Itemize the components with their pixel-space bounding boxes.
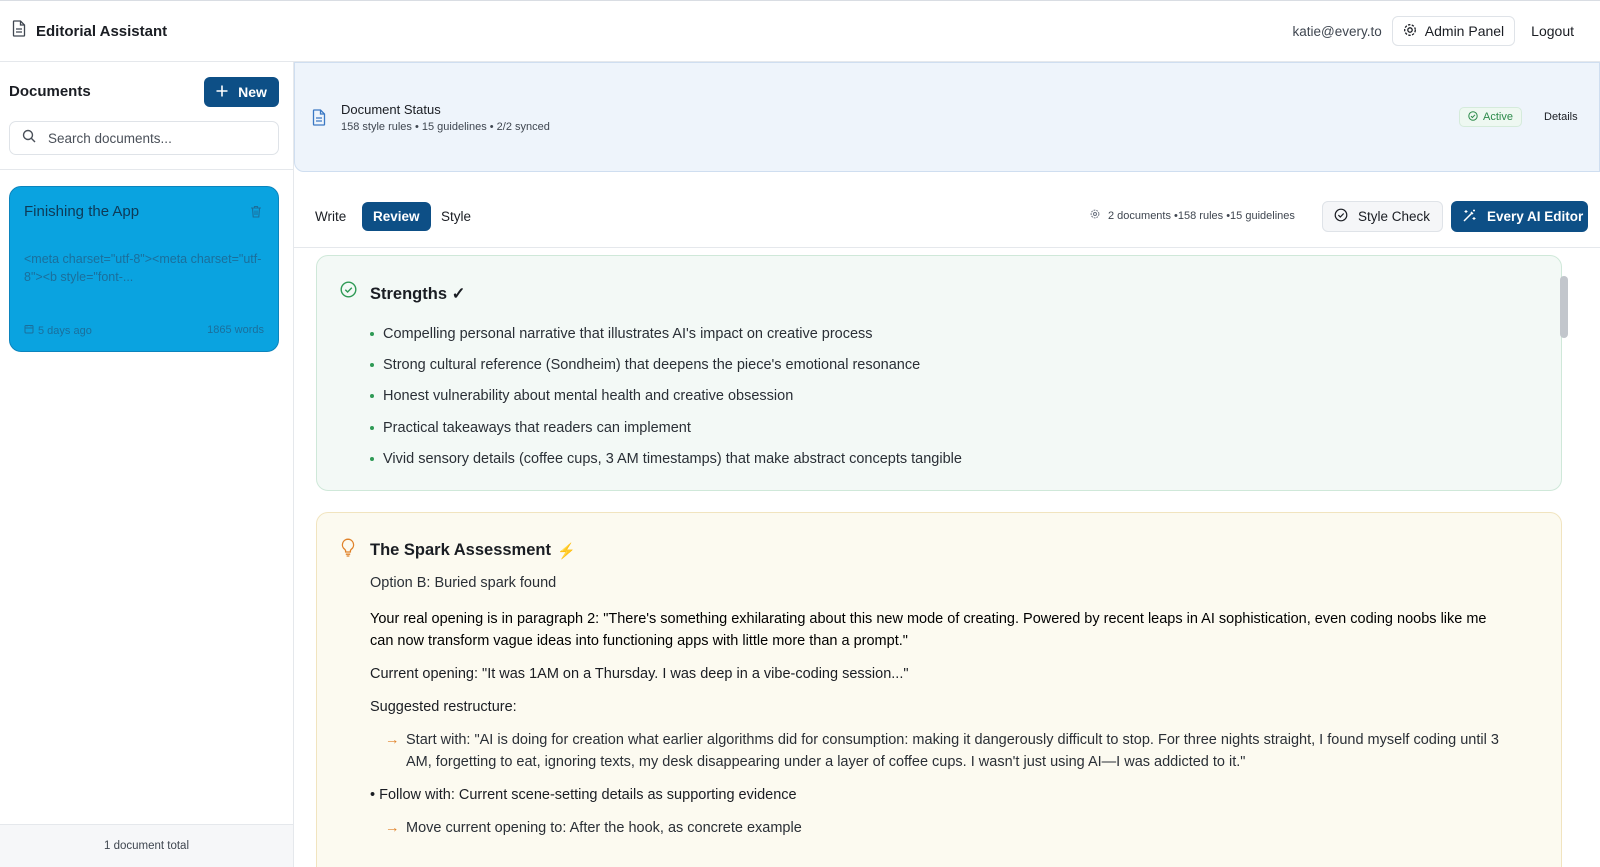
sidebar-footer: 1 document total — [0, 824, 293, 867]
plus-icon — [216, 84, 228, 100]
new-document-label: New — [238, 84, 267, 100]
content-scrollbar[interactable] — [1560, 276, 1568, 338]
documents-sidebar: Documents New Finishing the App <meta ch… — [0, 62, 294, 867]
ai-editor-label: Every AI Editor — [1487, 209, 1584, 224]
editor-tab-bar: Write Review Style 2 documents •158 rule… — [294, 187, 1600, 248]
status-badge: Active — [1459, 107, 1522, 127]
logout-button[interactable]: Logout — [1523, 23, 1582, 39]
strength-item: Compelling personal narrative that illus… — [370, 318, 962, 349]
document-icon — [12, 20, 26, 42]
app-title: Editorial Assistant — [36, 22, 168, 40]
tab-review[interactable]: Review — [362, 202, 431, 231]
details-button[interactable]: Details — [1544, 111, 1578, 123]
document-status-panel: Document Status 158 style rules • 15 gui… — [294, 62, 1600, 172]
gear-icon — [1403, 23, 1417, 40]
brand: Editorial Assistant — [0, 20, 167, 42]
ai-editor-button[interactable]: Every AI Editor — [1451, 201, 1588, 232]
sidebar-header: Documents New — [0, 62, 293, 170]
review-content: Strengths ✓ Compelling personal narrativ… — [294, 249, 1600, 867]
sync-icon — [1090, 209, 1100, 222]
suggestion-follow-with: • Follow with: Current scene-setting det… — [370, 787, 797, 803]
check-circle-icon — [1468, 110, 1478, 124]
document-status-title: Document Status — [341, 102, 441, 117]
document-meta: 5 days ago 1865 words — [24, 324, 264, 337]
library-stats: 2 documents •158 rules •15 guidelines — [1090, 209, 1295, 222]
document-status-summary: 158 style rules • 15 guidelines • 2/2 sy… — [341, 121, 550, 133]
spark-real-opening: Your real opening is in paragraph 2: "Th… — [370, 611, 1487, 649]
search-box — [9, 121, 279, 155]
check-circle-icon — [340, 281, 357, 303]
document-updated: 5 days ago — [38, 324, 92, 337]
document-card[interactable]: Finishing the App <meta charset="utf-8">… — [9, 186, 279, 352]
suggestion-move-opening: → Move current opening to: After the hoo… — [370, 817, 1510, 839]
magic-wand-icon — [1462, 208, 1477, 226]
search-icon — [22, 129, 36, 148]
trash-icon[interactable] — [250, 205, 262, 223]
spark-heading: The Spark Assessment ⚡ — [370, 541, 576, 560]
document-title: Finishing the App — [24, 203, 140, 220]
spark-current-opening: Current opening: "It was 1AM on a Thursd… — [370, 666, 909, 682]
sidebar-title: Documents — [9, 83, 91, 100]
spark-option: Option B: Buried spark found — [370, 575, 557, 591]
strengths-list: Compelling personal narrative that illus… — [370, 318, 962, 474]
search-input[interactable] — [48, 130, 258, 146]
spark-assessment-card: The Spark Assessment ⚡ Option B: Buried … — [316, 512, 1562, 867]
document-status-icon — [312, 109, 326, 131]
admin-panel-label: Admin Panel — [1424, 23, 1505, 39]
spark-suggested-label: Suggested restructure: — [370, 699, 517, 715]
new-document-button[interactable]: New — [204, 77, 279, 107]
lightbulb-icon — [340, 538, 356, 562]
strength-item: Vivid sensory details (coffee cups, 3 AM… — [370, 443, 962, 474]
style-check-label: Style Check — [1358, 209, 1431, 224]
tab-style[interactable]: Style — [430, 202, 482, 231]
top-bar: Editorial Assistant katie@every.to Admin… — [0, 0, 1600, 62]
status-badge-label: Active — [1483, 111, 1513, 123]
style-check-button[interactable]: Style Check — [1322, 201, 1443, 232]
suggestion-start-with: → Start with: "AI is doing for creation … — [370, 729, 1510, 773]
admin-panel-button[interactable]: Admin Panel — [1391, 16, 1516, 46]
tab-write[interactable]: Write — [304, 202, 357, 231]
strength-item: Practical takeaways that readers can imp… — [370, 412, 962, 443]
spark-body: Option B: Buried spark found Your real o… — [370, 575, 1510, 839]
calendar-icon — [24, 324, 34, 337]
strengths-heading: Strengths ✓ — [370, 285, 466, 303]
strengths-card: Strengths ✓ Compelling personal narrativ… — [316, 255, 1562, 491]
strength-item: Honest vulnerability about mental health… — [370, 381, 962, 412]
strength-item: Strong cultural reference (Sondheim) tha… — [370, 349, 962, 380]
lightning-icon: ⚡ — [556, 542, 576, 560]
check-circle-icon — [1334, 208, 1348, 225]
user-email: katie@every.to — [1292, 23, 1382, 39]
document-snippet: <meta charset="utf-8"><meta charset="utf… — [24, 252, 262, 284]
spark-heading-text: The Spark Assessment — [370, 541, 551, 559]
arrow-right-icon: → — [385, 820, 400, 836]
library-stats-text: 2 documents •158 rules •15 guidelines — [1108, 209, 1295, 222]
document-word-count: 1865 words — [207, 324, 264, 336]
arrow-right-icon: → — [385, 732, 400, 748]
